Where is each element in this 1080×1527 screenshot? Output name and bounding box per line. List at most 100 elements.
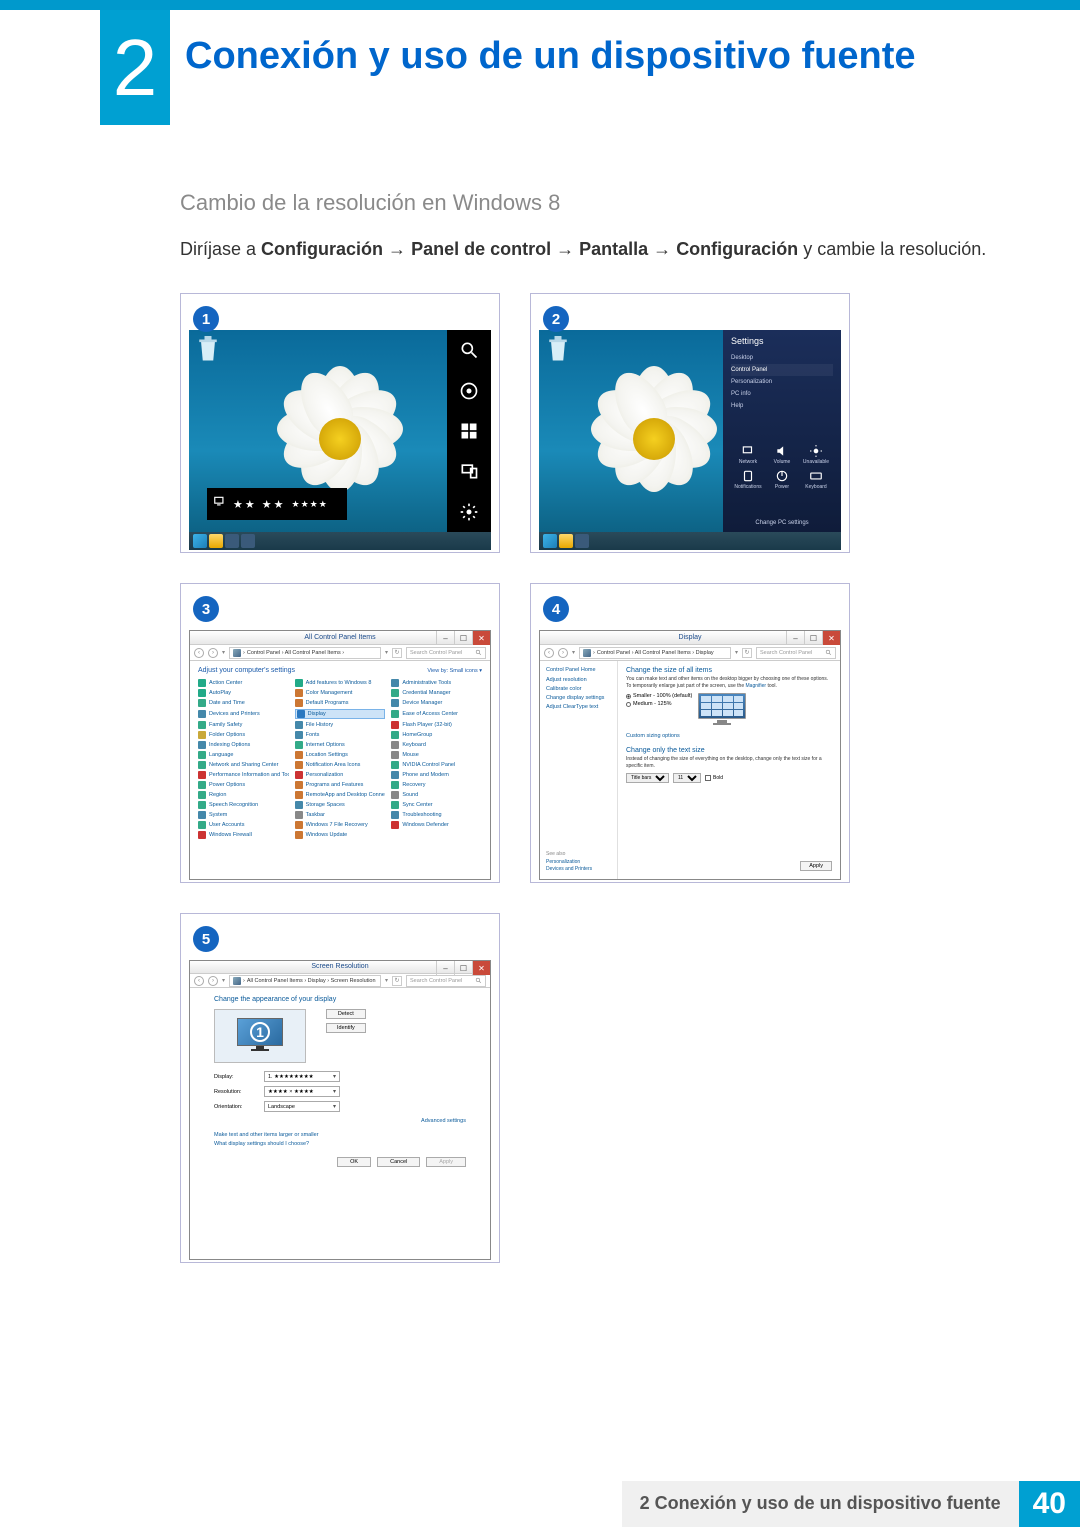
- cp-item[interactable]: Windows Defender: [391, 821, 482, 829]
- monitor-preview[interactable]: 1: [214, 1009, 306, 1063]
- cp-item[interactable]: Flash Player (32-bit): [391, 721, 482, 729]
- cp-item[interactable]: Ease of Access Center: [391, 709, 482, 719]
- cp-item[interactable]: Color Management: [295, 689, 386, 697]
- taskbar-app-icon[interactable]: [241, 534, 255, 548]
- cp-item[interactable]: Recovery: [391, 781, 482, 789]
- item-select[interactable]: Title bars: [626, 773, 669, 783]
- magnifier-link[interactable]: Magnifier: [746, 683, 767, 689]
- cp-item[interactable]: Troubleshooting: [391, 811, 482, 819]
- cp-item[interactable]: Folder Options: [198, 731, 289, 739]
- cp-item[interactable]: File History: [295, 721, 386, 729]
- cp-item[interactable]: HomeGroup: [391, 731, 482, 739]
- taskbar-explorer-icon[interactable]: [209, 534, 223, 548]
- cp-item[interactable]: Display: [295, 709, 386, 719]
- cp-item[interactable]: Keyboard: [391, 741, 482, 749]
- size-select[interactable]: 11: [673, 773, 701, 783]
- cp-item[interactable]: Indexing Options: [198, 741, 289, 749]
- cp-item[interactable]: Devices and Printers: [198, 709, 289, 719]
- orientation-select[interactable]: Landscape▾: [264, 1101, 340, 1112]
- radio-medium[interactable]: Medium - 125%: [626, 701, 692, 707]
- back-button[interactable]: ‹: [544, 648, 554, 658]
- cp-item[interactable]: Speech Recognition: [198, 801, 289, 809]
- maximize-button[interactable]: ☐: [454, 961, 472, 975]
- cp-item[interactable]: Programs and Features: [295, 781, 386, 789]
- resolution-select[interactable]: ★★★★ × ★★★★▾: [264, 1086, 340, 1097]
- back-button[interactable]: ‹: [194, 976, 204, 986]
- bold-checkbox[interactable]: Bold: [705, 775, 723, 781]
- cp-item[interactable]: System: [198, 811, 289, 819]
- cp-item[interactable]: Sound: [391, 791, 482, 799]
- cp-item[interactable]: Storage Spaces: [295, 801, 386, 809]
- settings-item[interactable]: Personalization: [731, 376, 833, 388]
- search-input[interactable]: Search Control Panel: [756, 647, 836, 659]
- text-size-link[interactable]: Make text and other items larger or smal…: [214, 1132, 466, 1138]
- apply-button[interactable]: Apply: [426, 1157, 466, 1167]
- cp-item[interactable]: Taskbar: [295, 811, 386, 819]
- settings-item[interactable]: Help: [731, 400, 833, 412]
- forward-button[interactable]: ›: [208, 976, 218, 986]
- breadcrumb[interactable]: ›Control Panel › All Control Panel Items…: [229, 647, 381, 659]
- cp-item[interactable]: Performance Information and Tools: [198, 771, 289, 779]
- cp-item[interactable]: AutoPlay: [198, 689, 289, 697]
- charm-start-icon[interactable]: [447, 411, 491, 451]
- search-input[interactable]: Search Control Panel: [406, 647, 486, 659]
- cp-item[interactable]: Windows 7 File Recovery: [295, 821, 386, 829]
- search-input[interactable]: Search Control Panel: [406, 975, 486, 987]
- cp-item[interactable]: Default Programs: [295, 699, 386, 707]
- forward-button[interactable]: ›: [558, 648, 568, 658]
- cp-item[interactable]: Phone and Modem: [391, 771, 482, 779]
- cp-item[interactable]: Network and Sharing Center: [198, 761, 289, 769]
- cp-item[interactable]: Notification Area Icons: [295, 761, 386, 769]
- taskbar-ie-icon[interactable]: [543, 534, 557, 548]
- radio-smaller[interactable]: Smaller - 100% (default): [626, 693, 692, 699]
- settings-item[interactable]: PC info: [731, 388, 833, 400]
- sidebar-link[interactable]: Adjust resolution: [546, 677, 611, 683]
- minimize-button[interactable]: –: [436, 961, 454, 975]
- cp-item[interactable]: Action Center: [198, 679, 289, 687]
- cp-item[interactable]: Fonts: [295, 731, 386, 739]
- cp-item[interactable]: Language: [198, 751, 289, 759]
- close-button[interactable]: ✕: [472, 961, 490, 975]
- cp-item[interactable]: Sync Center: [391, 801, 482, 809]
- charm-devices-icon[interactable]: [447, 451, 491, 491]
- network-icon[interactable]: Network: [731, 444, 765, 465]
- brightness-icon[interactable]: Unavailable: [799, 444, 833, 465]
- advanced-settings-link[interactable]: Advanced settings: [214, 1118, 466, 1124]
- ok-button[interactable]: OK: [337, 1157, 371, 1167]
- maximize-button[interactable]: ☐: [454, 631, 472, 645]
- taskbar-app-icon[interactable]: [575, 534, 589, 548]
- cp-item[interactable]: Mouse: [391, 751, 482, 759]
- minimize-button[interactable]: –: [436, 631, 454, 645]
- charm-share-icon[interactable]: [447, 370, 491, 410]
- back-button[interactable]: ‹: [194, 648, 204, 658]
- cp-item[interactable]: Region: [198, 791, 289, 799]
- charm-search-icon[interactable]: [447, 330, 491, 370]
- seealso-link[interactable]: Personalization: [546, 859, 592, 865]
- cp-item[interactable]: User Accounts: [198, 821, 289, 829]
- taskbar-app-icon[interactable]: [225, 534, 239, 548]
- notifications-icon[interactable]: Notifications: [731, 469, 765, 490]
- taskbar-explorer-icon[interactable]: [559, 534, 573, 548]
- cancel-button[interactable]: Cancel: [377, 1157, 420, 1167]
- cp-item[interactable]: NVIDIA Control Panel: [391, 761, 482, 769]
- settings-item[interactable]: Desktop: [731, 352, 833, 364]
- keyboard-icon[interactable]: Keyboard: [799, 469, 833, 490]
- sidebar-link[interactable]: Calibrate color: [546, 686, 611, 692]
- minimize-button[interactable]: –: [786, 631, 804, 645]
- cp-item[interactable]: Date and Time: [198, 699, 289, 707]
- cp-item[interactable]: Personalization: [295, 771, 386, 779]
- cp-item[interactable]: Windows Firewall: [198, 831, 289, 839]
- maximize-button[interactable]: ☐: [804, 631, 822, 645]
- settings-item-control-panel[interactable]: Control Panel: [731, 364, 833, 376]
- cp-item[interactable]: Windows Update: [295, 831, 386, 839]
- cp-item[interactable]: Credential Manager: [391, 689, 482, 697]
- cp-item[interactable]: RemoteApp and Desktop Connections: [295, 791, 386, 799]
- cp-item[interactable]: Location Settings: [295, 751, 386, 759]
- volume-icon[interactable]: Volume: [765, 444, 799, 465]
- close-button[interactable]: ✕: [472, 631, 490, 645]
- sidebar-link[interactable]: Change display settings: [546, 695, 611, 701]
- sidebar-home[interactable]: Control Panel Home: [546, 667, 611, 673]
- cp-item[interactable]: Power Options: [198, 781, 289, 789]
- custom-sizing-link[interactable]: Custom sizing options: [626, 733, 832, 739]
- breadcrumb[interactable]: ›Control Panel › All Control Panel Items…: [579, 647, 731, 659]
